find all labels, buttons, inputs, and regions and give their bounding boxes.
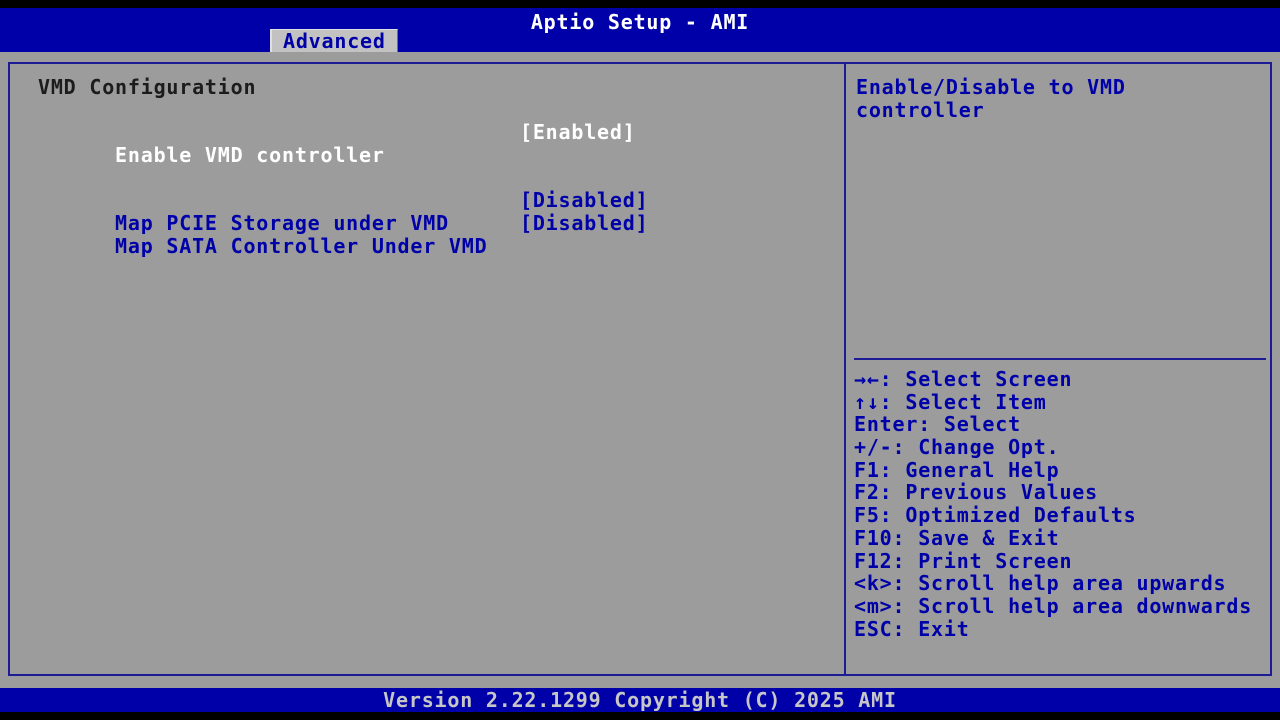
top-black-strip (0, 0, 1280, 8)
tab-advanced[interactable]: Advanced (270, 29, 398, 52)
legend-f2-previous-values: F2: Previous Values (854, 481, 1270, 504)
option-value[interactable]: [Disabled] (520, 189, 648, 212)
option-value[interactable]: [Enabled] (520, 121, 636, 144)
legend-f5-optimized-defaults: F5: Optimized Defaults (854, 504, 1270, 527)
blank-line (10, 99, 844, 122)
legend-esc-exit: ESC: Exit (854, 618, 1270, 641)
option-map-pcie-storage[interactable]: Map PCIE Storage under VMD [Disabled] (10, 189, 844, 212)
version-text: Version 2.22.1299 Copyright (C) 2025 AMI (383, 688, 897, 712)
help-text-area: Enable/Disable to VMD controller (846, 64, 1270, 358)
option-label: Map SATA Controller Under VMD (115, 234, 487, 258)
app-title: Aptio Setup - AMI (531, 10, 749, 34)
legend-select-item: ↑↓: Select Item (854, 391, 1270, 414)
help-text-line1: Enable/Disable to VMD (856, 76, 1264, 99)
help-pane: Enable/Disable to VMD controller →←: Sel… (846, 64, 1270, 674)
option-label: Enable VMD controller (115, 143, 385, 167)
footer-bar: Version 2.22.1299 Copyright (C) 2025 AMI (0, 688, 1280, 712)
option-value[interactable]: [Disabled] (520, 212, 648, 235)
section-title: VMD Configuration (10, 76, 844, 99)
legend-f10-save-exit: F10: Save & Exit (854, 527, 1270, 550)
help-text-line2: controller (856, 99, 1264, 122)
bottom-black-strip (0, 712, 1280, 720)
legend-enter-select: Enter: Select (854, 413, 1270, 436)
legend-k-scroll-up: <k>: Scroll help area upwards (854, 572, 1270, 595)
legend-m-scroll-down: <m>: Scroll help area downwards (854, 595, 1270, 618)
options-pane: VMD Configuration Enable VMD controller … (10, 64, 846, 674)
option-map-sata-controller[interactable]: Map SATA Controller Under VMD [Disabled] (10, 212, 844, 235)
header-bar: Aptio Setup - AMI (0, 8, 1280, 52)
option-enable-vmd-controller[interactable]: Enable VMD controller [Enabled] (10, 121, 844, 144)
key-legend: →←: Select Screen ↑↓: Select Item Enter:… (846, 360, 1270, 640)
legend-change-opt: +/-: Change Opt. (854, 436, 1270, 459)
legend-select-screen: →←: Select Screen (854, 368, 1270, 391)
blank-line (10, 167, 844, 190)
main-panel: VMD Configuration Enable VMD controller … (8, 62, 1272, 676)
legend-f12-print-screen: F12: Print Screen (854, 550, 1270, 573)
legend-f1-general-help: F1: General Help (854, 459, 1270, 482)
